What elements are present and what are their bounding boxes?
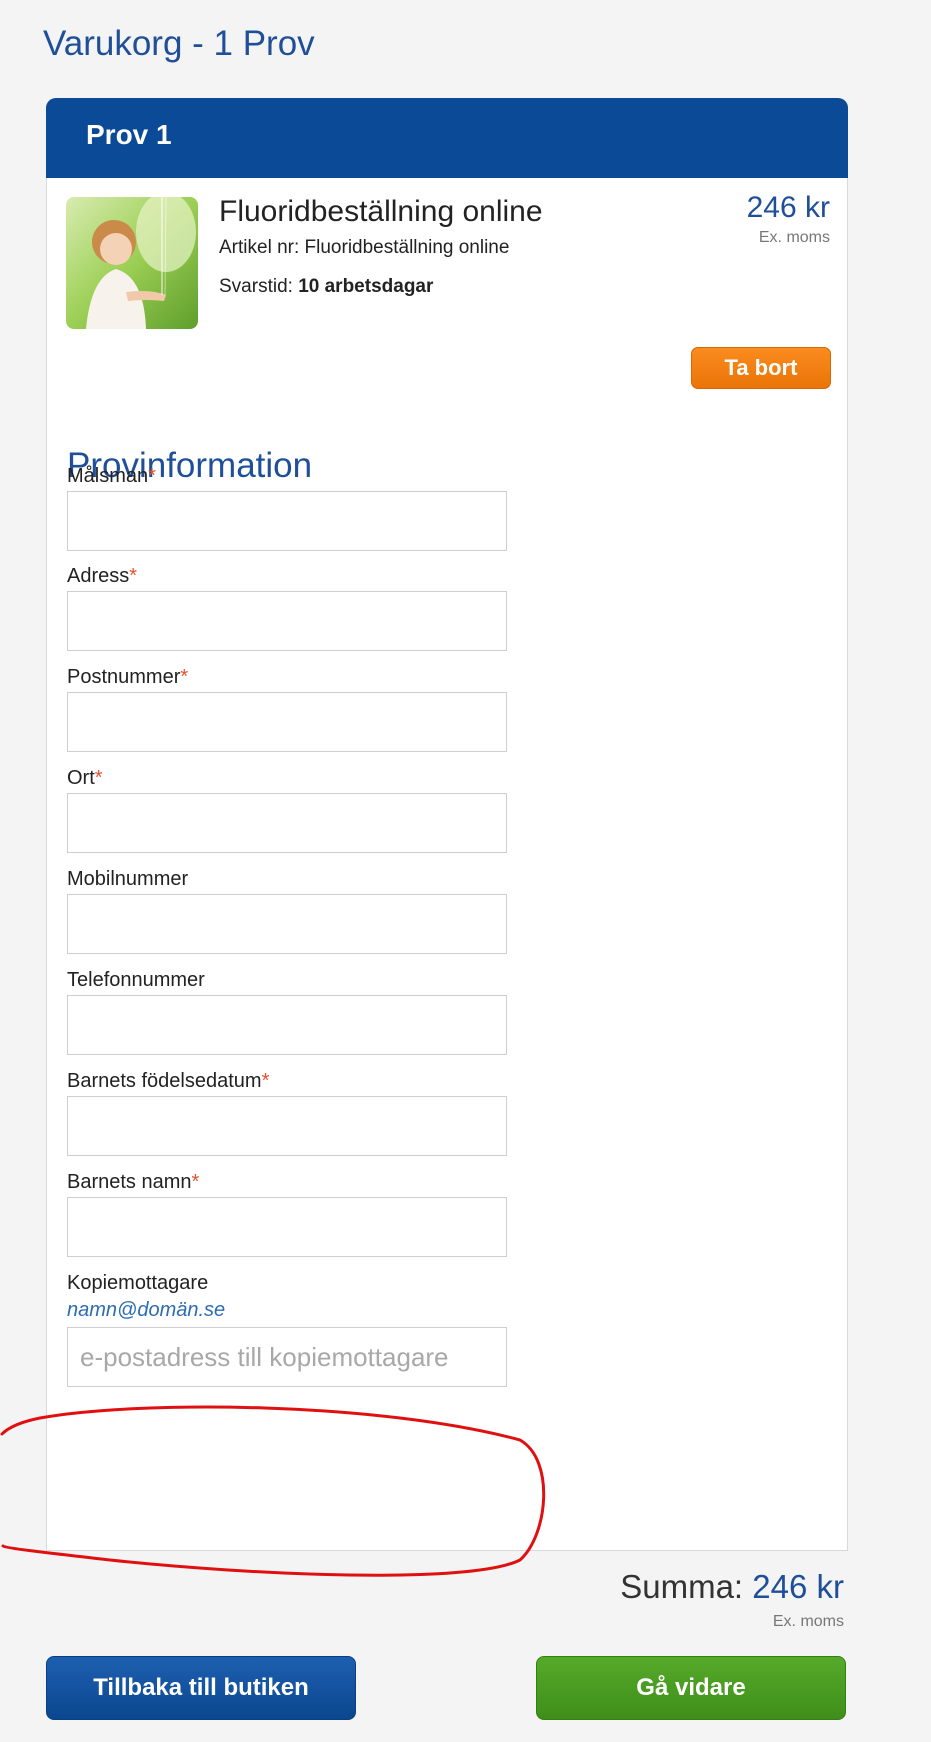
product-image — [66, 197, 198, 329]
field-label-address: Adress* — [67, 565, 138, 587]
total-amount: 246 kr — [752, 1568, 844, 1605]
back-to-shop-button[interactable]: Tillbaka till butiken — [46, 1656, 356, 1720]
continue-button[interactable]: Gå vidare — [536, 1656, 846, 1720]
field-label-postcode: Postnummer* — [67, 666, 189, 688]
item-price-note: Ex. moms — [758, 229, 830, 246]
field-label-copy-recipient: Kopiemottagare — [67, 1272, 209, 1294]
remove-button[interactable]: Ta bort — [691, 347, 831, 389]
sample-title: Prov 1 — [86, 119, 172, 150]
total-note: Ex. moms — [772, 1613, 844, 1630]
item-price: 246 kr — [746, 191, 830, 224]
child-name-input[interactable] — [67, 1197, 507, 1257]
sample-card-header: Prov 1 — [46, 98, 848, 178]
sample-card: Prov 1 Fluoridbeställning online Artikel… — [46, 98, 848, 1551]
postcode-input[interactable] — [67, 692, 507, 752]
response-value: 10 arbetsdagar — [298, 276, 434, 297]
city-input[interactable] — [67, 793, 507, 853]
phone-input[interactable] — [67, 995, 507, 1055]
mobile-input[interactable] — [67, 894, 507, 954]
guardian-input[interactable] — [67, 491, 507, 551]
field-label-guardian: Målsman* — [67, 465, 156, 487]
total-label: Summa: — [620, 1568, 744, 1605]
article-number: Artikel nr: Fluoridbeställning online — [219, 237, 509, 259]
child-birthdate-input[interactable] — [67, 1096, 507, 1156]
order-total: Summa: 246 kr — [620, 1568, 844, 1606]
article-label: Artikel nr: — [219, 237, 300, 258]
copy-recipient-input[interactable] — [67, 1327, 507, 1387]
article-value: Fluoridbeställning online — [304, 237, 510, 258]
field-label-child-birthdate: Barnets födelsedatum* — [67, 1070, 270, 1092]
field-label-child-name: Barnets namn* — [67, 1171, 200, 1193]
product-name: Fluoridbeställning online — [219, 195, 543, 228]
response-time: Svarstid: 10 arbetsdagar — [219, 276, 433, 298]
copy-recipient-hint: namn@domän.se — [67, 1299, 226, 1321]
response-label: Svarstid: — [219, 276, 293, 297]
field-label-phone: Telefonnummer — [67, 969, 205, 991]
address-input[interactable] — [67, 591, 507, 651]
field-label-mobile: Mobilnummer — [67, 868, 189, 890]
field-label-city: Ort* — [67, 767, 103, 789]
page-title: Varukorg - 1 Prov — [43, 24, 315, 63]
